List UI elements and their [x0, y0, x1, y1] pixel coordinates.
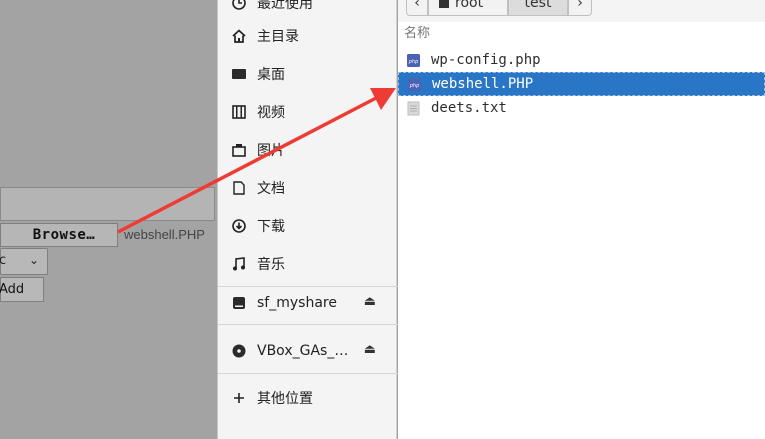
sidebar-item-label: 最近使用	[257, 0, 313, 12]
sidebar-separator	[218, 373, 398, 374]
sidebar-item-other-locations[interactable]: 其他位置	[218, 383, 398, 413]
plus-icon	[231, 390, 247, 406]
file-name: wp-config.php	[431, 52, 541, 68]
background-text-field[interactable]	[0, 187, 215, 221]
video-icon	[231, 104, 247, 120]
folder-icon	[439, 0, 449, 8]
sidebar-item-downloads[interactable]: 下载	[218, 211, 398, 241]
sidebar-item-music[interactable]: 音乐	[218, 249, 398, 279]
add-button[interactable]: Add	[0, 277, 44, 302]
file-list-pane: ‹ root test › 名称 php wp-config.php php w…	[398, 0, 765, 439]
sidebar-item-documents[interactable]: 文档	[218, 173, 398, 203]
places-sidebar: 最近使用 主目录 桌面 视频 图片 文档 下载 音乐 sf_myshare ⏏ …	[217, 0, 398, 439]
sidebar-item-label: 主目录	[257, 29, 299, 45]
path-bar: ‹ root test ›	[398, 0, 765, 22]
php-file-icon: php	[407, 77, 422, 92]
chevron-down-icon: ⌄	[28, 253, 39, 267]
disc-icon	[231, 343, 247, 359]
music-icon	[231, 256, 247, 272]
svg-text:php: php	[408, 59, 419, 65]
eject-icon[interactable]: ⏏	[364, 342, 376, 357]
sidebar-item-sf-myshare[interactable]: sf_myshare ⏏	[218, 288, 398, 318]
document-icon	[231, 180, 247, 196]
sidebar-item-label: 视频	[257, 105, 285, 121]
select-value: c	[0, 253, 7, 268]
sidebar-item-desktop[interactable]: 桌面	[218, 59, 398, 89]
sidebar-item-label: sf_myshare	[257, 295, 337, 311]
drive-icon	[231, 295, 247, 311]
sidebar-item-label: 其他位置	[257, 391, 313, 407]
sidebar-item-label: VBox_GAs_…	[257, 343, 349, 359]
sidebar-item-label: 音乐	[257, 257, 285, 273]
path-button-label: root	[455, 0, 484, 11]
browse-button[interactable]: Browse…	[0, 223, 118, 247]
sidebar-separator	[218, 286, 398, 287]
path-button-current[interactable]: test	[508, 0, 568, 16]
background-page: Browse… webshell.PHP c ⌄ Add	[0, 0, 217, 439]
path-button-root[interactable]: root	[428, 0, 508, 16]
text-file-icon	[406, 101, 421, 116]
file-name: webshell.PHP	[432, 76, 534, 92]
sidebar-item-videos[interactable]: 视频	[218, 97, 398, 127]
background-select[interactable]: c ⌄	[0, 248, 48, 275]
file-row[interactable]: deets.txt	[398, 96, 765, 120]
clock-icon	[231, 0, 247, 11]
path-button-label: test	[524, 0, 552, 11]
sidebar-item-label: 下载	[257, 219, 285, 235]
svg-text:php: php	[409, 83, 420, 89]
home-icon	[231, 28, 247, 44]
file-row[interactable]: php wp-config.php	[398, 48, 765, 72]
download-icon	[231, 218, 247, 234]
sidebar-item-home[interactable]: 主目录	[218, 21, 398, 51]
sidebar-item-label: 文档	[257, 181, 285, 197]
file-name: deets.txt	[431, 100, 507, 116]
path-scroll-left-button[interactable]: ‹	[406, 0, 428, 16]
sidebar-item-label: 桌面	[257, 67, 285, 83]
desktop-icon	[231, 66, 247, 82]
php-file-icon: php	[406, 53, 421, 68]
sidebar-item-pictures[interactable]: 图片	[218, 135, 398, 165]
path-scroll-right-button[interactable]: ›	[568, 0, 592, 16]
column-header-name[interactable]: 名称	[398, 22, 765, 46]
sidebar-item-vbox-gas[interactable]: VBox_GAs_… ⏏	[218, 336, 398, 366]
selected-filename: webshell.PHP	[124, 227, 205, 242]
sidebar-item-label: 图片	[257, 143, 285, 159]
eject-icon[interactable]: ⏏	[364, 294, 376, 309]
sidebar-item-recent[interactable]: 最近使用	[218, 0, 398, 18]
file-row-selected[interactable]: php webshell.PHP	[398, 72, 765, 96]
add-button-label: Add	[0, 282, 25, 297]
picture-icon	[231, 142, 247, 158]
sidebar-separator	[218, 324, 398, 325]
